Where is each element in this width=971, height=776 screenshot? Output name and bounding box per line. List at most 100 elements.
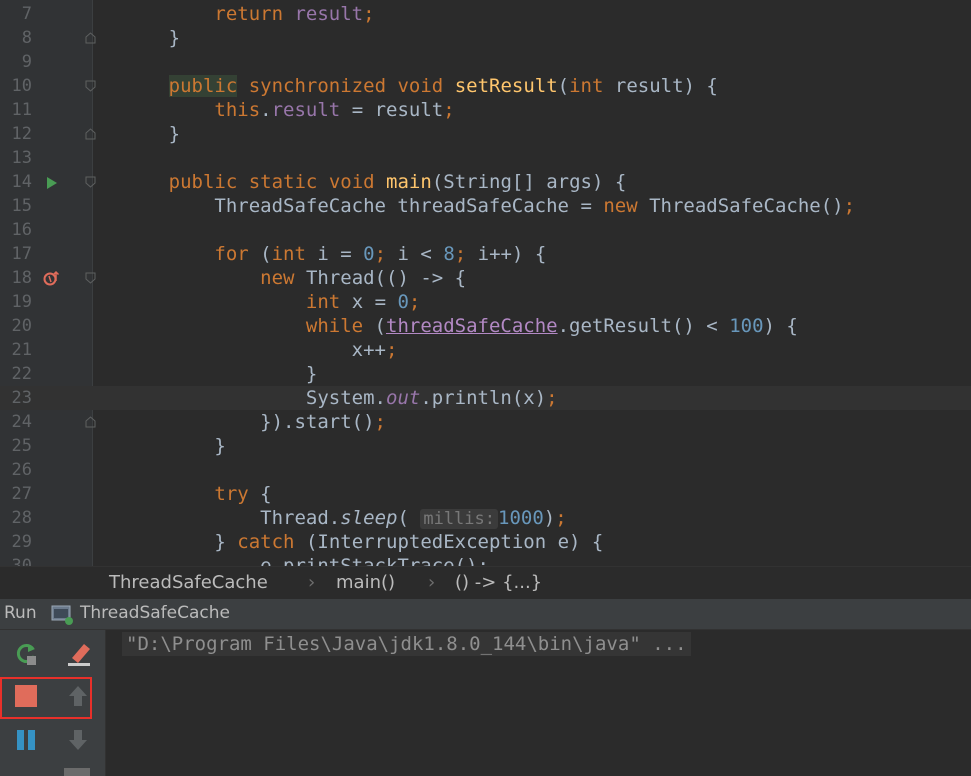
code-text[interactable]: } [100,122,180,146]
fold-start-icon[interactable] [85,272,96,284]
code-text[interactable]: ThreadSafeCache threadSafeCache = new Th… [100,194,855,218]
fold-start-icon[interactable] [85,176,96,188]
code-line[interactable]: 9 [0,50,971,74]
keyword: while [305,315,364,337]
code-text[interactable]: } [100,362,317,386]
code-text[interactable]: return result; [100,2,374,26]
line-number: 24 [11,412,32,432]
code-line[interactable]: 15 ThreadSafeCache threadSafeCache = new… [0,194,971,218]
more-tools-icon[interactable] [64,768,90,776]
code-text[interactable]: Thread.sleep( millis: 1000); [100,506,567,531]
keyword: void [397,75,444,97]
annotation-highlight-box [0,677,92,719]
code-text[interactable]: new Thread(() -> { [100,266,466,290]
code-text[interactable]: } catch (InterruptedException e) { [100,530,603,554]
number: 0 [397,291,409,313]
line-number: 23 [11,388,32,408]
line-number: 12 [11,124,32,144]
rerun-button[interactable] [8,638,44,674]
breadcrumb-separator: › [428,572,436,593]
line-number: 20 [11,316,32,336]
keyword: new [603,195,638,217]
code-text[interactable]: System.out.println(x); [100,386,558,410]
code-line[interactable]: 27 try { [0,482,971,506]
code-line[interactable]: 24 }).start(); [0,410,971,434]
code-line[interactable]: 18 new Thread(() -> { [0,266,971,290]
code-text[interactable]: } [100,434,225,458]
params: String[] args [443,171,592,193]
code-line[interactable]: 30 e.printStackTrace(); [0,554,971,566]
run-panel-header: Run ThreadSafeCache [0,599,971,630]
keyword: synchronized [248,75,387,97]
code-line[interactable]: 19 int x = 0; [0,290,971,314]
rerun-icon [13,641,39,671]
code-text[interactable]: for (int i = 0; i < 8; i++) { [100,242,546,266]
run-config-icon [51,604,75,630]
code-line[interactable]: 11 this.result = result; [0,98,971,122]
breadcrumb-separator: › [308,572,316,593]
code-text[interactable]: public synchronized void setResult(int r… [100,74,718,98]
code-line[interactable]: 8 } [0,26,971,50]
clear-output-button[interactable] [60,638,96,674]
line-number: 10 [11,76,32,96]
code-text[interactable]: while (threadSafeCache.getResult() < 100… [100,314,798,338]
fold-end-icon[interactable] [85,32,96,44]
field-ref: result [271,99,341,121]
number: 8 [443,243,455,265]
code-line[interactable]: 10 public synchronized void setResult(in… [0,74,971,98]
code-line[interactable]: 22 } [0,362,971,386]
method-call: .getResult() < [557,315,718,337]
line-number: 25 [11,436,32,456]
keyword: void [328,171,375,193]
console-output[interactable]: "D:\Program Files\Java\jdk1.8.0_144\bin\… [106,630,971,776]
code-text[interactable]: public static void main(String[] args) { [100,170,627,194]
code-line[interactable]: 25 } [0,434,971,458]
code-line[interactable]: 13 [0,146,971,170]
code-line[interactable]: 14 public static void main(String[] args… [0,170,971,194]
line-number: 7 [21,4,32,24]
keyword: int [305,291,341,313]
code-text[interactable]: try { [100,482,271,506]
line-number: 15 [11,196,32,216]
pause-button[interactable] [8,724,44,760]
code-line[interactable]: 20 while (threadSafeCache.getResult() < … [0,314,971,338]
code-line[interactable]: 7 return result; [0,2,971,26]
lambda-breakpoint-icon[interactable] [43,270,61,290]
method-name: main [386,171,432,193]
arrow-down-icon [67,728,89,756]
increment: i++ [477,243,512,265]
param-name: result [614,75,684,97]
method-call: }).start() [260,411,375,433]
code-text[interactable]: x++; [100,338,398,362]
fold-end-icon[interactable] [85,128,96,140]
code-text[interactable]: int x = 0; [100,290,420,314]
code-line[interactable]: 12 } [0,122,971,146]
code-line[interactable]: 21 x++; [0,338,971,362]
breadcrumb-item-class[interactable]: ThreadSafeCache [109,571,268,595]
run-main-icon[interactable] [46,175,58,194]
console-command-line: "D:\Program Files\Java\jdk1.8.0_144\bin\… [122,632,691,656]
line-number: 14 [11,172,32,192]
code-line[interactable]: 26 [0,458,971,482]
code-line[interactable]: 17 for (int i = 0; i < 8; i++) { [0,242,971,266]
static-method: sleep [340,507,398,529]
scroll-down-button[interactable] [60,724,96,760]
code-text[interactable]: this.result = result; [100,98,454,122]
code-line[interactable]: 29 } catch (InterruptedException e) { [0,530,971,554]
run-tab-label[interactable]: ThreadSafeCache [80,603,230,623]
keyword: new [260,267,295,289]
code-text[interactable]: e.printStackTrace(); [100,554,489,566]
code-text[interactable]: }).start(); [100,410,386,434]
code-editor[interactable]: 7 return result; 8 } 9 10 public synchro… [0,0,971,566]
code-text[interactable]: } [100,26,180,50]
code-line[interactable]: 16 [0,218,971,242]
code-line[interactable]: 28 Thread.sleep( millis: 1000); [0,506,971,530]
code-line-current[interactable]: 23 System.out.println(x); [0,386,971,410]
breadcrumb-item-lambda[interactable]: () -> {...} [455,571,542,595]
declaration: ThreadSafeCache threadSafeCache [214,195,569,217]
line-number: 11 [11,100,32,120]
fold-start-icon[interactable] [85,80,96,92]
fold-end-icon[interactable] [85,416,96,428]
var: i [317,243,329,265]
breadcrumb-item-method[interactable]: main() [336,571,395,595]
